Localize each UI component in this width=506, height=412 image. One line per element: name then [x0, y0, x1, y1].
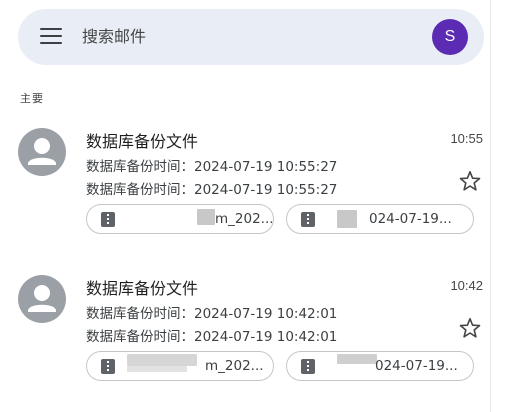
star-outline-icon[interactable]: [458, 316, 482, 340]
message-snippet: 数据库备份时间：2024-07-19 10:42:01: [86, 306, 338, 322]
redacted-filename: [127, 354, 197, 366]
section-label-primary: 主要: [20, 92, 44, 105]
zip-file-icon: [301, 359, 315, 374]
message-snippet: 数据库备份时间：2024-07-19 10:55:27: [86, 182, 338, 198]
list-item[interactable]: 数据库备份文件 10:55 数据库备份时间：2024-07-19 10:55:2…: [0, 128, 490, 263]
account-avatar[interactable]: S: [432, 19, 468, 55]
menu-icon[interactable]: [40, 27, 62, 45]
message-time: 10:42: [450, 278, 483, 293]
search-bar[interactable]: S: [18, 9, 484, 65]
zip-file-icon: [101, 212, 115, 227]
redacted-filename: [337, 210, 357, 228]
gmail-inbox: S 主要 数据库备份文件 10:55 数据库备份时间：2024-07-19 10…: [0, 0, 506, 412]
attachment-chip[interactable]: m_202...: [86, 351, 274, 381]
attachment-name: m_202...: [215, 211, 274, 227]
attachment-name: m_202...: [205, 358, 264, 374]
message-subject: 数据库备份文件: [86, 279, 199, 298]
attachment-name: 024-07-19...: [369, 211, 452, 227]
redacted-filename: [197, 209, 215, 225]
search-input[interactable]: [80, 21, 404, 53]
message-subject: 数据库备份文件: [86, 132, 199, 151]
zip-file-icon: [301, 212, 315, 227]
zip-file-icon: [101, 359, 115, 374]
list-item[interactable]: 数据库备份文件 10:42 数据库备份时间：2024-07-19 10:42:0…: [0, 275, 490, 410]
message-snippet: 数据库备份时间：2024-07-19 10:55:27: [86, 159, 338, 175]
message-time: 10:55: [450, 131, 483, 146]
person-avatar-icon: [18, 128, 66, 176]
message-snippet: 数据库备份时间：2024-07-19 10:42:01: [86, 329, 338, 345]
star-outline-icon[interactable]: [458, 169, 482, 193]
person-avatar-icon: [18, 275, 66, 323]
redacted-filename: [337, 354, 377, 364]
attachment-chip[interactable]: 024-07-19...: [286, 204, 474, 234]
scroll-edge-divider: [490, 0, 491, 412]
attachment-name: 024-07-19...: [375, 358, 458, 374]
attachment-chip[interactable]: 024-07-19...: [286, 351, 474, 381]
attachment-chip[interactable]: m_202...: [86, 204, 274, 234]
redacted-filename: [127, 366, 187, 372]
